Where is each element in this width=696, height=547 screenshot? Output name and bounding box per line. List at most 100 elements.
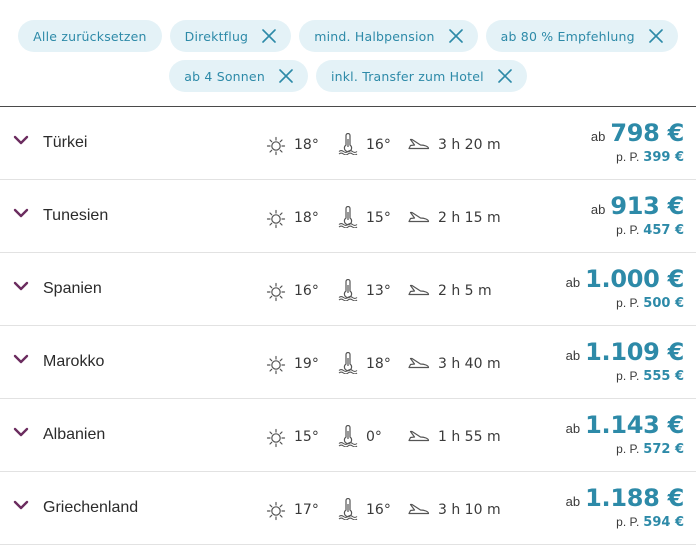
total-price: 1.109 € [585, 338, 684, 366]
close-icon[interactable] [279, 69, 293, 83]
filter-bar: Alle zurücksetzen Direktflug mind. Halbp… [0, 0, 696, 107]
chevron-down-icon[interactable] [13, 426, 29, 438]
water-temperature: 16° [366, 137, 391, 153]
plane-icon [408, 284, 430, 296]
per-person-label: p. P. [616, 515, 640, 529]
price-block: ab 1.000 € p. P. 500 € [565, 265, 685, 311]
chip-label: Alle zurücksetzen [33, 28, 147, 44]
destination-row[interactable]: Griechenland 17° 16° 3 h 10 m ab 1.188 € … [0, 472, 696, 545]
sun-icon [266, 355, 286, 375]
per-person-label: p. P. [616, 369, 640, 383]
price-block: ab 913 € p. P. 457 € [591, 192, 684, 238]
filter-chips-row-2: ab 4 Sonnen inkl. Transfer zum Hotel [0, 60, 696, 92]
per-person-label: p. P. [616, 296, 640, 310]
total-price: 1.143 € [585, 411, 684, 439]
price-prefix: ab [565, 348, 581, 363]
close-icon[interactable] [649, 29, 663, 43]
filter-chip-recommendation[interactable]: ab 80 % Empfehlung [485, 20, 678, 52]
country-name: Albanien [43, 426, 106, 443]
flight-time: 3 h 20 m [438, 137, 501, 153]
price-block: ab 1.143 € p. P. 572 € [565, 411, 685, 457]
air-temperature: 15° [294, 429, 319, 445]
filter-chip-suns[interactable]: ab 4 Sonnen [169, 60, 308, 92]
per-person-price: 572 € [643, 442, 684, 457]
water-temperature: 13° [366, 283, 391, 299]
plane-icon [408, 357, 430, 369]
plane-icon [408, 430, 430, 442]
close-icon[interactable] [262, 29, 277, 43]
country-name: Griechenland [43, 499, 139, 516]
filter-chip-half-board[interactable]: mind. Halbpension [299, 20, 478, 52]
sun-icon [266, 209, 286, 229]
sun-icon [266, 136, 286, 156]
plane-icon [408, 503, 430, 515]
per-person-price: 555 € [643, 369, 684, 384]
water-temperature-icon [338, 133, 358, 155]
sun-icon [266, 428, 286, 448]
chip-label: inkl. Transfer zum Hotel [330, 68, 484, 84]
country-name: Tunesien [43, 207, 109, 224]
per-person-label: p. P. [616, 442, 640, 456]
filter-chips-row-1: Alle zurücksetzen Direktflug mind. Halbp… [0, 20, 696, 52]
water-temperature-icon [338, 498, 358, 520]
destination-row[interactable]: Tunesien 18° 15° 2 h 15 m ab 913 € p. P. 4… [0, 180, 696, 253]
chevron-down-icon[interactable] [13, 280, 29, 292]
destination-row[interactable]: Türkei 18° 16° 3 h 20 m ab 798 € p. P. 399… [0, 107, 696, 180]
filter-chip-direct-flight[interactable]: Direktflug [169, 20, 292, 52]
price-prefix: ab [590, 129, 606, 144]
total-price: 798 € [610, 119, 684, 147]
water-temperature-icon [338, 279, 358, 301]
reset-all-button[interactable]: Alle zurücksetzen [18, 20, 162, 52]
destination-row[interactable]: Albanien 15° 0° 1 h 55 m ab 1.143 € p. P.… [0, 399, 696, 472]
chip-label: ab 80 % Empfehlung [500, 28, 635, 44]
destination-row[interactable]: Spanien 16° 13° 2 h 5 m ab 1.000 € p. P. 5… [0, 253, 696, 326]
flight-time: 3 h 10 m [438, 502, 501, 518]
per-person-price: 399 € [643, 150, 684, 165]
country-name: Spanien [43, 280, 102, 297]
water-temperature-icon [338, 206, 358, 228]
per-person-price: 500 € [643, 296, 684, 311]
total-price: 1.000 € [585, 265, 684, 293]
price-prefix: ab [565, 275, 581, 290]
destination-row[interactable]: Marokko 19° 18° 3 h 40 m ab 1.109 € p. P.… [0, 326, 696, 399]
destination-list: Türkei 18° 16° 3 h 20 m ab 798 € p. P. 399… [0, 107, 696, 545]
chip-label: Direktflug [184, 28, 249, 44]
water-temperature: 15° [366, 210, 391, 226]
filter-chip-transfer[interactable]: inkl. Transfer zum Hotel [315, 60, 527, 92]
air-temperature: 17° [294, 502, 319, 518]
air-temperature: 16° [294, 283, 319, 299]
flight-time: 2 h 15 m [438, 210, 501, 226]
total-price: 1.188 € [585, 484, 684, 512]
water-temperature: 18° [366, 356, 391, 372]
chip-label: mind. Halbpension [314, 28, 435, 44]
close-icon[interactable] [497, 69, 512, 83]
air-temperature: 19° [294, 356, 319, 372]
water-temperature: 16° [366, 502, 391, 518]
flight-time: 1 h 55 m [438, 429, 501, 445]
price-prefix: ab [565, 494, 581, 509]
plane-icon [408, 211, 430, 223]
per-person-label: p. P. [616, 150, 640, 164]
total-price: 913 € [610, 192, 684, 220]
chevron-down-icon[interactable] [13, 499, 29, 511]
plane-icon [408, 138, 430, 150]
price-prefix: ab [590, 202, 606, 217]
chevron-down-icon[interactable] [13, 353, 29, 365]
price-block: ab 1.188 € p. P. 594 € [565, 484, 685, 530]
per-person-price: 457 € [643, 223, 684, 238]
price-prefix: ab [565, 421, 581, 436]
chevron-down-icon[interactable] [13, 207, 29, 219]
price-block: ab 798 € p. P. 399 € [591, 119, 684, 165]
price-block: ab 1.109 € p. P. 555 € [565, 338, 685, 384]
sun-icon [266, 501, 286, 521]
country-name: Marokko [43, 353, 105, 370]
water-temperature: 0° [366, 429, 382, 445]
air-temperature: 18° [294, 137, 319, 153]
flight-time: 3 h 40 m [438, 356, 501, 372]
chevron-down-icon[interactable] [13, 134, 29, 146]
close-icon[interactable] [448, 29, 463, 43]
water-temperature-icon [338, 425, 358, 447]
per-person-label: p. P. [616, 223, 640, 237]
sun-icon [266, 282, 286, 302]
chip-label: ab 4 Sonnen [184, 68, 265, 84]
